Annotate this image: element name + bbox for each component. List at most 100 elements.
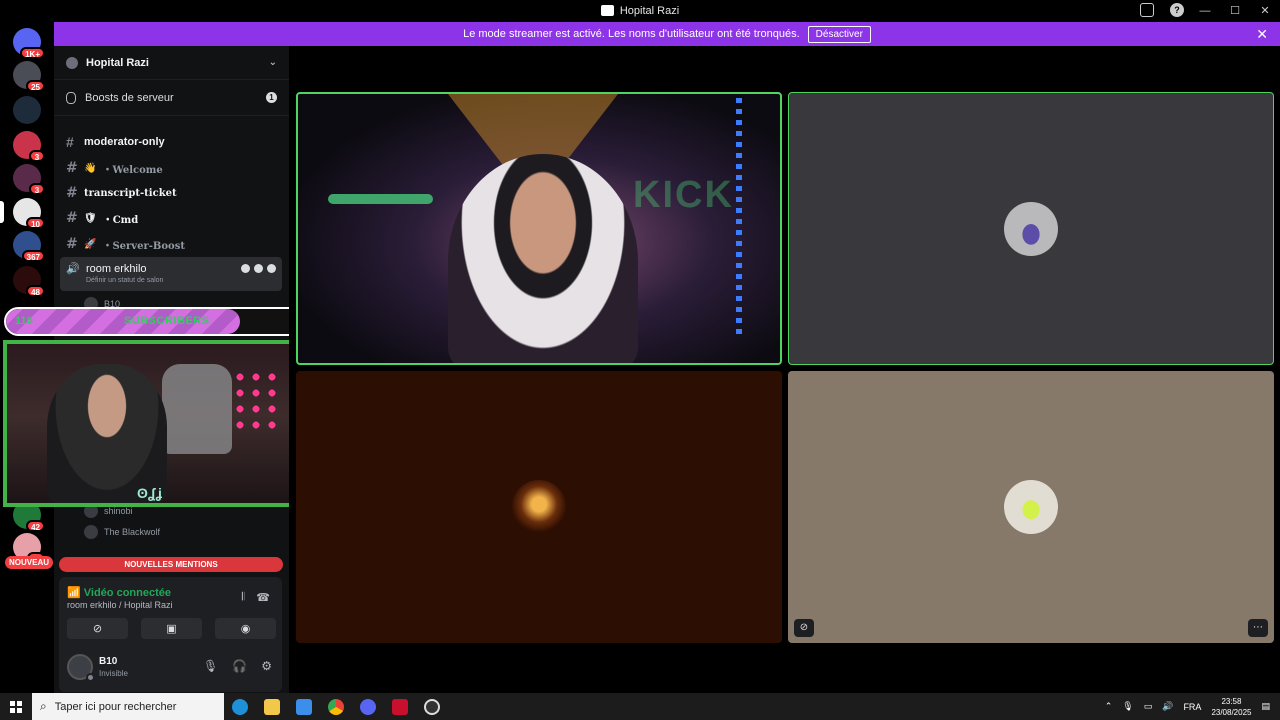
noise-suppression-icon[interactable]: 𝄃 bbox=[242, 591, 244, 604]
server-boosts[interactable]: Boosts de serveur 1 bbox=[54, 80, 289, 116]
unread-badge: 42 bbox=[26, 520, 45, 532]
channel-name: ・Cmd bbox=[102, 214, 139, 226]
user-name[interactable]: B10 bbox=[99, 656, 117, 667]
unread-badge: 3 bbox=[29, 150, 45, 162]
inbox-icon[interactable] bbox=[1140, 3, 1154, 17]
voice-member[interactable]: The Blackwolf bbox=[84, 524, 160, 540]
direct-messages-icon[interactable]: 1K+ bbox=[13, 28, 45, 59]
channel-moderator-only[interactable]: # moderator-only bbox=[60, 130, 282, 154]
camera-toggle-button[interactable]: ⊘ bbox=[67, 618, 128, 639]
channel-name: moderator-only bbox=[84, 136, 165, 148]
hide-video-icon[interactable]: ⊘ bbox=[794, 619, 814, 637]
avatar bbox=[1004, 480, 1058, 534]
server-icon[interactable]: 10 bbox=[13, 198, 45, 229]
language-indicator[interactable]: FRA bbox=[1183, 702, 1201, 712]
avatar bbox=[1004, 201, 1058, 256]
new-servers-pill[interactable]: NOUVEAU bbox=[5, 556, 54, 569]
close-banner-icon[interactable]: ✕ bbox=[1256, 26, 1268, 43]
video-tile-avatar[interactable]: ⊘ ⋯ bbox=[788, 371, 1274, 643]
discord-logo-icon bbox=[600, 5, 614, 16]
taskbar-search[interactable]: ⌕ Taper ici pour rechercher bbox=[32, 693, 224, 720]
clock-date: 23/08/2025 bbox=[1211, 707, 1252, 717]
taskbar-app-obs[interactable] bbox=[416, 693, 448, 720]
server-icon-small bbox=[66, 56, 78, 69]
connection-location[interactable]: room erkhilo / Hopital Razi bbox=[67, 600, 173, 610]
taskbar-app-store[interactable] bbox=[288, 693, 320, 720]
video-tile-avatar[interactable] bbox=[296, 371, 782, 643]
voice-channel-name: room erkhilo bbox=[86, 262, 147, 275]
server-icon[interactable] bbox=[13, 96, 41, 124]
channel-cmd[interactable]: # 🛡 ・Cmd bbox=[60, 206, 282, 230]
server-icon[interactable]: 3 bbox=[13, 164, 45, 195]
gaming-chair bbox=[162, 364, 232, 454]
maximize-button[interactable]: ☐ bbox=[1220, 4, 1250, 17]
taskbar-app-edge[interactable] bbox=[224, 693, 256, 720]
speaker-icon: 🔊 bbox=[66, 263, 80, 275]
gear-icon[interactable]: ⚙ bbox=[261, 659, 272, 673]
hash-icon: # bbox=[66, 185, 78, 201]
rocket-emoji-icon: 🚀 bbox=[84, 238, 97, 250]
activities-button[interactable]: ◉ bbox=[215, 618, 276, 639]
window-title-text: Hopital Razi bbox=[619, 4, 680, 17]
channel-name: ・Server-Boost bbox=[102, 240, 185, 252]
chevron-up-icon[interactable]: ⌃ bbox=[1105, 701, 1113, 712]
server-icon[interactable]: 48 bbox=[13, 266, 45, 297]
taskbar-app-streaming[interactable] bbox=[384, 693, 416, 720]
signal-icon: 📶 bbox=[67, 587, 81, 599]
channel-server-boost[interactable]: # 🚀 ・Server-Boost bbox=[60, 232, 282, 256]
clock[interactable]: 23:58 23/08/2025 bbox=[1211, 696, 1251, 718]
hex-lights bbox=[232, 369, 282, 429]
background-object bbox=[328, 194, 433, 204]
window-controls: — ☐ ✕ bbox=[1190, 0, 1280, 21]
channel-welcome[interactable]: # 👋 ・Welcome bbox=[60, 156, 282, 180]
screen-share-button[interactable]: ▣ bbox=[141, 618, 202, 639]
connection-status: 📶 Vidéo connectée bbox=[67, 586, 171, 599]
voice-channel-status[interactable]: Définir un statut de salon bbox=[86, 277, 276, 284]
unread-badge: 367 bbox=[21, 250, 45, 262]
streamer-mode-banner: Le mode streamer est activé. Les noms d'… bbox=[54, 22, 1280, 46]
new-mentions-pill[interactable]: NOUVELLES MENTIONS bbox=[59, 557, 283, 572]
microphone-icon[interactable]: 🎙 bbox=[203, 659, 218, 673]
obs-icon bbox=[424, 698, 440, 715]
headphones-icon[interactable]: 🎧 bbox=[232, 659, 247, 673]
volume-icon[interactable]: 🔊 bbox=[1162, 701, 1173, 712]
subscriber-current: 110 bbox=[15, 315, 33, 327]
hash-icon: # bbox=[66, 210, 78, 226]
server-icon[interactable]: 367 bbox=[13, 231, 45, 262]
video-tile-camera[interactable]: KICK bbox=[296, 92, 782, 365]
taskbar-app-discord[interactable] bbox=[352, 693, 384, 720]
server-header[interactable]: Hopital Razi ⌄ bbox=[54, 46, 289, 80]
channel-transcript-ticket[interactable]: # transcript-ticket bbox=[60, 181, 282, 205]
help-icon[interactable]: ? bbox=[1170, 3, 1184, 17]
server-icon[interactable]: 3 bbox=[13, 131, 45, 162]
voice-video-stage: KICK ⊘ ⋯ bbox=[289, 46, 1280, 693]
streaming-app-icon bbox=[392, 698, 408, 715]
camera-off-icon: ⊘ bbox=[92, 623, 103, 635]
microphone-icon[interactable]: 🎙 bbox=[1122, 701, 1133, 712]
streamer-webcam-overlay: ʘʆʝ bbox=[3, 340, 300, 507]
discord-icon bbox=[360, 698, 376, 715]
disable-streamer-mode-button[interactable]: Désactiver bbox=[807, 25, 871, 43]
video-tile-avatar[interactable] bbox=[788, 92, 1274, 365]
unread-badge: 3 bbox=[29, 183, 45, 195]
start-button[interactable] bbox=[0, 693, 32, 720]
network-icon[interactable]: ▭ bbox=[1144, 701, 1153, 712]
invite-icon[interactable] bbox=[254, 264, 263, 273]
more-options-icon[interactable]: ⋯ bbox=[1248, 619, 1268, 637]
taskbar-app-chrome[interactable] bbox=[320, 693, 352, 720]
avatar bbox=[512, 480, 566, 534]
chevron-down-icon[interactable]: ⌄ bbox=[269, 57, 277, 68]
gear-icon[interactable] bbox=[267, 264, 276, 273]
unread-badge: 25 bbox=[26, 80, 45, 92]
minimize-button[interactable]: — bbox=[1190, 5, 1220, 17]
chat-icon[interactable] bbox=[241, 264, 250, 273]
disconnect-icon[interactable]: ☎ bbox=[256, 591, 270, 604]
voice-channel-room-erkhilo[interactable]: 🔊 room erkhilo Définir un statut de salo… bbox=[60, 257, 282, 291]
title-bar: Hopital Razi ? — ☐ ✕ bbox=[0, 0, 1280, 21]
taskbar-app-explorer[interactable] bbox=[256, 693, 288, 720]
close-window-button[interactable]: ✕ bbox=[1250, 4, 1280, 17]
status-dot bbox=[86, 673, 95, 682]
window-title: Hopital Razi bbox=[600, 4, 680, 17]
notifications-icon[interactable]: ▤ bbox=[1261, 701, 1270, 712]
server-icon[interactable]: 25 bbox=[13, 61, 45, 92]
